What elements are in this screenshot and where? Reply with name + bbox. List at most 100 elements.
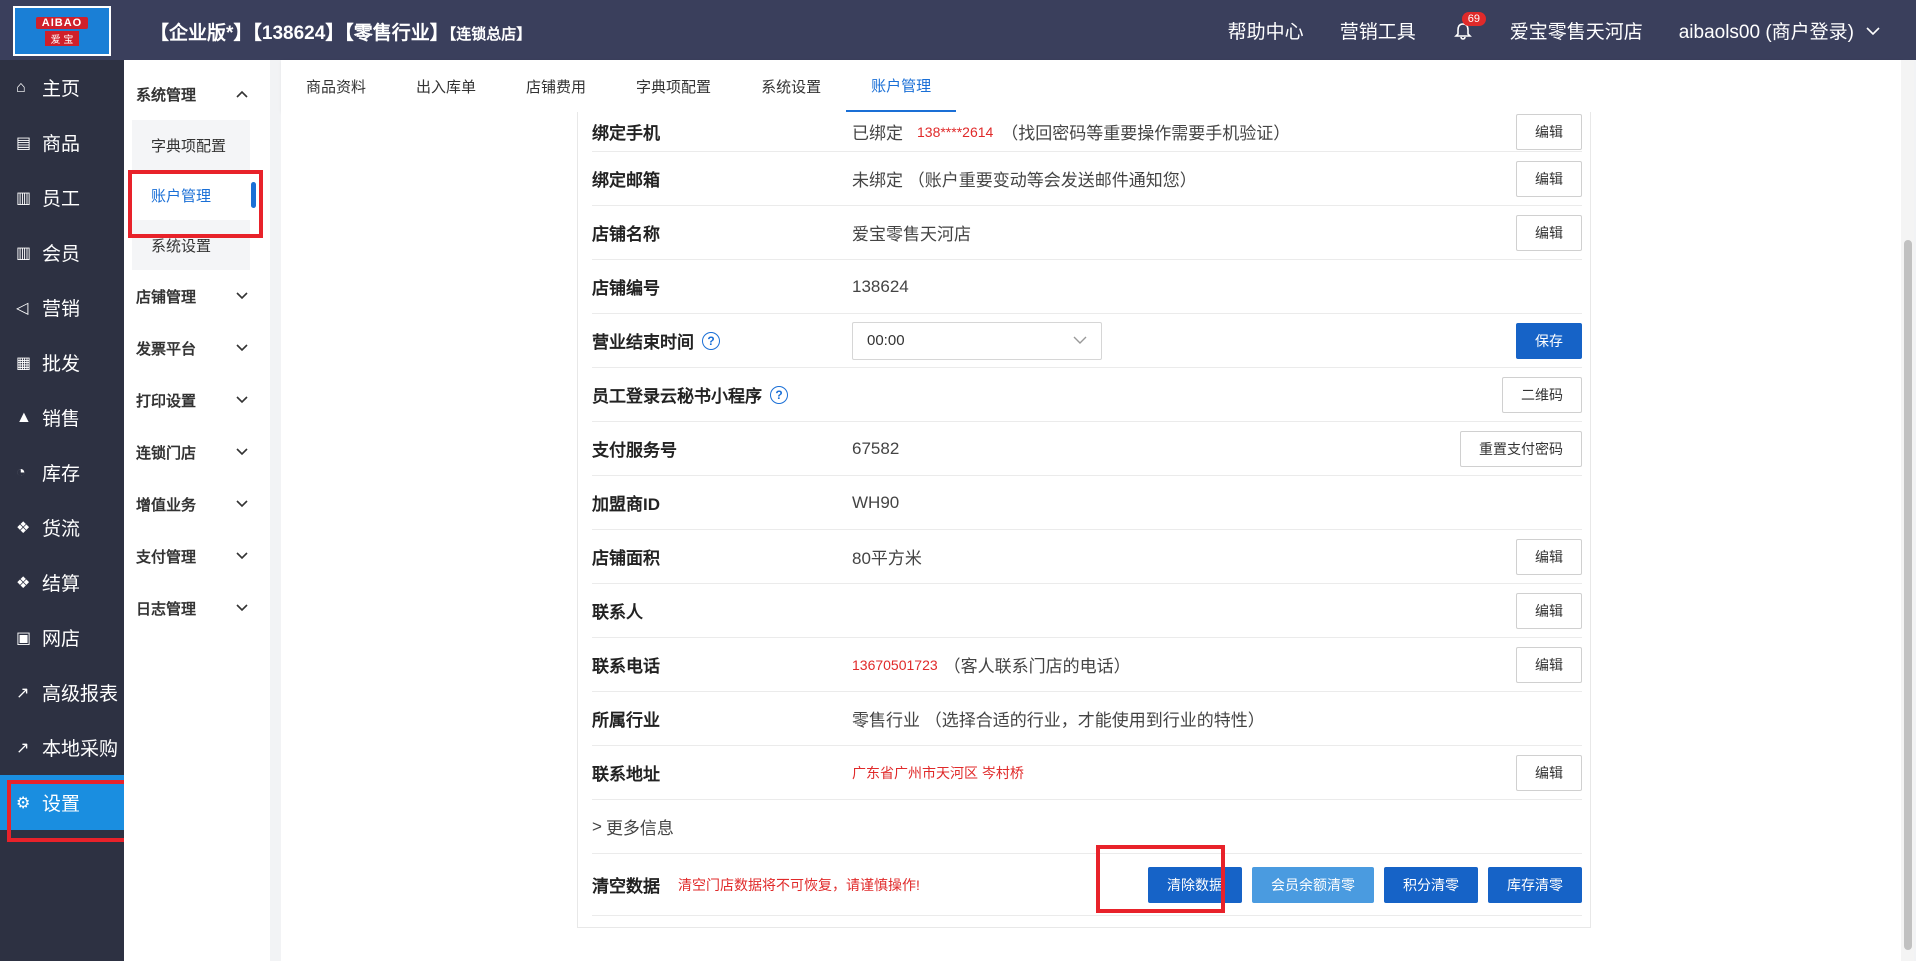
tab-4[interactable]: 系统设置 — [736, 60, 846, 112]
nav-item-label: 库存 — [42, 464, 81, 485]
subnav-group-1[interactable]: 发票平台 — [124, 322, 270, 374]
row-close-time: 营业结束时间? 00:00 保存 — [592, 314, 1582, 368]
row-store-area: 店铺面积 80平方米 编辑 — [592, 530, 1582, 584]
settle-icon: ❖ — [16, 574, 31, 592]
stock-zero-button[interactable]: 库存清零 — [1488, 866, 1582, 903]
tab-3[interactable]: 字典项配置 — [611, 60, 736, 112]
nav-item-12[interactable]: ↗ 本地采购 — [0, 720, 124, 775]
notification-bell[interactable]: 69 — [1452, 11, 1486, 42]
main-content: 绑定手机 已绑定 138****2614 （找回密码等重要操作需要手机验证） 编辑 … — [281, 112, 1903, 961]
tab-5[interactable]: 账户管理 — [846, 60, 957, 112]
subnav-group-2[interactable]: 打印设置 — [124, 374, 270, 426]
store-name[interactable]: 爱宝零售天河店 — [1510, 17, 1643, 44]
edit-address-button[interactable]: 编辑 — [1516, 754, 1582, 791]
subnav-group-label: 连锁门店 — [136, 444, 197, 462]
notification-count: 69 — [1461, 11, 1486, 26]
nav-item-label: 结算 — [42, 574, 81, 595]
nav-item-label: 会员 — [42, 244, 81, 265]
scrollbar-thumb[interactable] — [1904, 240, 1912, 950]
subnav-group-6[interactable]: 日志管理 — [124, 582, 270, 634]
tab-1[interactable]: 出入库单 — [391, 60, 501, 112]
edit-contact-button[interactable]: 编辑 — [1516, 592, 1582, 629]
reset-pay-password-button[interactable]: 重置支付密码 — [1460, 430, 1582, 467]
logo-subtext: 爱 宝 — [44, 30, 80, 46]
nav-item-9[interactable]: ❖ 结算 — [0, 555, 124, 610]
address-value: 广东省广州市天河区 岑村桥 — [852, 763, 1516, 783]
staff-icon: ▥ — [16, 189, 32, 207]
close-time-select[interactable]: 00:00 — [852, 321, 1102, 360]
version-text: 【企业版*】【138624】【零售行业】 — [150, 23, 449, 44]
clear-data-warning: 清空门店数据将不可恢复，请谨慎操作! — [678, 875, 1148, 895]
nav-item-11[interactable]: ↗ 高级报表 — [0, 665, 124, 720]
subnav-group-5[interactable]: 支付管理 — [124, 530, 270, 582]
top-bar: AIBAO 爱 宝 【企业版*】【138624】【零售行业】【连锁总店】 帮助中… — [0, 0, 1916, 60]
chevron-down-icon — [236, 344, 248, 352]
help-icon[interactable]: ? — [702, 331, 720, 350]
edit-store-name-button[interactable]: 编辑 — [1516, 214, 1582, 251]
phone-label: 绑定手机 — [592, 124, 660, 143]
nav-item-label: 商品 — [42, 134, 81, 155]
nav-item-7[interactable]: ◔ 库存 — [0, 445, 124, 500]
tab-2[interactable]: 店铺费用 — [501, 60, 611, 112]
row-email: 绑定邮箱 未绑定 （账户重要变动等会发送邮件通知您） 编辑 — [592, 152, 1582, 206]
nav-item-4[interactable]: ◁ 营销 — [0, 280, 124, 335]
logo-text: AIBAO — [35, 16, 89, 29]
tab-0[interactable]: 商品资料 — [281, 60, 391, 112]
user-name: aibaols00 (商户登录) — [1678, 22, 1854, 43]
nav-item-label: 员工 — [42, 189, 81, 210]
nav-item-2[interactable]: ▥ 员工 — [0, 170, 124, 225]
nav-item-5[interactable]: ▦ 批发 — [0, 335, 124, 390]
chevron-right-icon: > — [592, 816, 602, 836]
nav-item-0[interactable]: ⌂ 主页 — [0, 60, 124, 115]
row-clear-data: 清空数据 清空门店数据将不可恢复，请谨慎操作! 清除数据 会员余额清零 积分清零… — [592, 854, 1582, 916]
version-info: 【企业版*】【138624】【零售行业】【连锁总店】 — [150, 18, 531, 45]
subnav-group-label: 日志管理 — [136, 600, 197, 618]
marketing-tools-link[interactable]: 营销工具 — [1340, 17, 1416, 44]
row-phone: 绑定手机 已绑定 138****2614 （找回密码等重要操作需要手机验证） 编辑 — [592, 112, 1582, 152]
chevron-down-icon — [236, 604, 248, 612]
store-name-value: 爱宝零售天河店 — [852, 225, 971, 244]
nav-item-label: 营销 — [42, 299, 81, 320]
pay-service-value: 67582 — [852, 438, 900, 458]
points-zero-button[interactable]: 积分清零 — [1384, 866, 1478, 903]
telephone-number: 13670501723 — [852, 656, 938, 673]
subnav-group-0[interactable]: 店铺管理 — [124, 270, 270, 322]
nav-item-label: 高级报表 — [42, 684, 119, 705]
highlight-clear-data — [1096, 845, 1225, 913]
store-area-label: 店铺面积 — [592, 549, 660, 568]
chevron-down-icon — [236, 500, 248, 508]
edit-telephone-button[interactable]: 编辑 — [1516, 646, 1582, 683]
help-icon[interactable]: ? — [770, 385, 788, 404]
address-text: 广东省广州市天河区 岑村桥 — [852, 764, 1024, 781]
highlight-settings — [7, 780, 134, 842]
nav-item-6[interactable]: ▲ 销售 — [0, 390, 124, 445]
telephone-label: 联系电话 — [592, 657, 660, 676]
nav-item-label: 主页 — [42, 79, 81, 100]
edit-area-button[interactable]: 编辑 — [1516, 538, 1582, 575]
user-menu[interactable]: aibaols00 (商户登录) — [1679, 17, 1880, 44]
scrollbar[interactable] — [1901, 60, 1914, 961]
row-more-info[interactable]: > 更多信息 — [592, 800, 1582, 854]
close-time-label: 营业结束时间? — [592, 328, 852, 353]
edit-email-button[interactable]: 编辑 — [1516, 160, 1582, 197]
save-close-time-button[interactable]: 保存 — [1516, 322, 1582, 359]
qr-code-button[interactable]: 二维码 — [1502, 376, 1582, 413]
row-store-name: 店铺名称 爱宝零售天河店 编辑 — [592, 206, 1582, 260]
member-balance-zero-button[interactable]: 会员余额清零 — [1252, 866, 1374, 903]
subnav-item-dict[interactable]: 字典项配置 — [132, 120, 250, 170]
nav-item-3[interactable]: ▥ 会员 — [0, 225, 124, 280]
account-panel: 绑定手机 已绑定 138****2614 （找回密码等重要操作需要手机验证） 编辑 … — [577, 112, 1591, 928]
subnav-group-3[interactable]: 连锁门店 — [124, 426, 270, 478]
nav-item-8[interactable]: ❖ 货流 — [0, 500, 124, 555]
help-center-link[interactable]: 帮助中心 — [1228, 17, 1304, 44]
subnav-group-4[interactable]: 增值业务 — [124, 478, 270, 530]
row-pay-service: 支付服务号 67582 重置支付密码 — [592, 422, 1582, 476]
aibao-logo[interactable]: AIBAO 爱 宝 — [13, 6, 111, 56]
nav-item-1[interactable]: ▤ 商品 — [0, 115, 124, 170]
nav-item-10[interactable]: ▣ 网店 — [0, 610, 124, 665]
edit-phone-button[interactable]: 编辑 — [1516, 113, 1582, 150]
phone-note: （找回密码等重要操作需要手机验证） — [1001, 124, 1291, 143]
more-info-toggle[interactable]: > 更多信息 — [592, 814, 1582, 839]
subnav-group-system[interactable]: 系统管理 — [124, 68, 270, 120]
telephone-note: （客人联系门店的电话） — [943, 657, 1131, 676]
